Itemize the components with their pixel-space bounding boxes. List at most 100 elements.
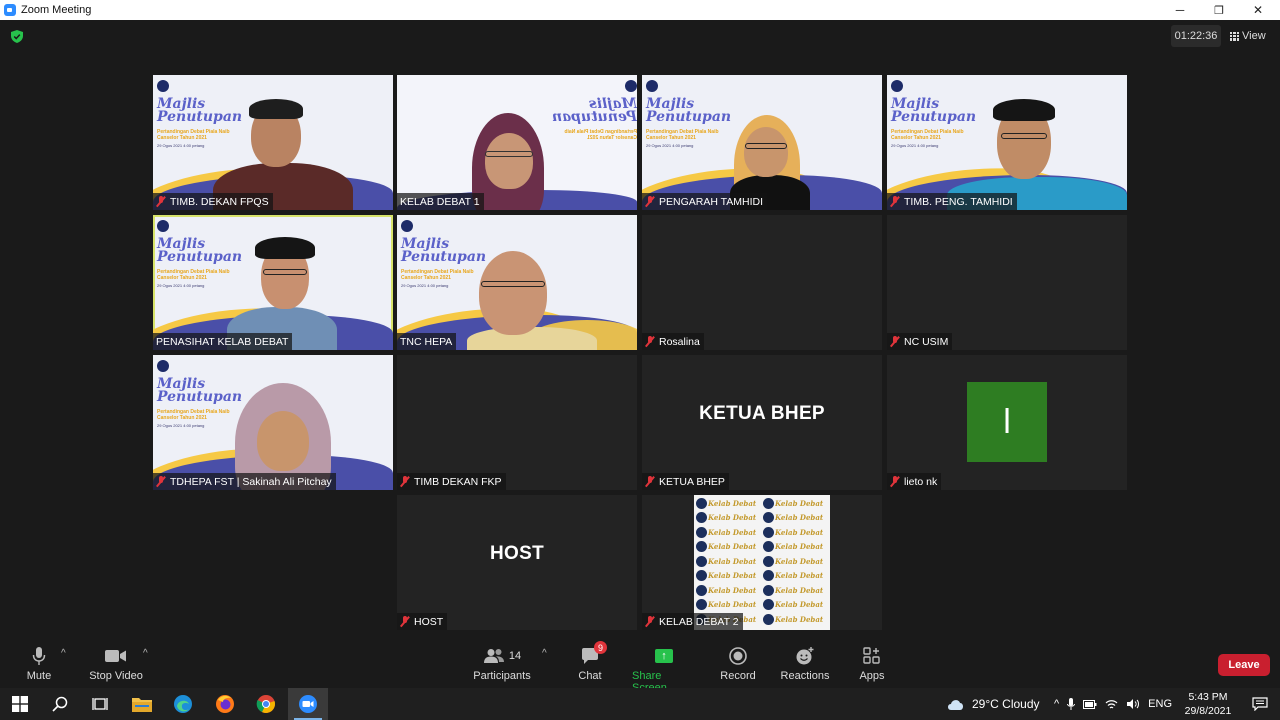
video-tile-nc-usim[interactable]: NC USIM: [887, 215, 1127, 350]
video-tile-timb-dekan-fkp[interactable]: TIMB DEKAN FKP: [397, 355, 637, 490]
participant-name-bar: PENASIHAT KELAB DEBAT: [153, 333, 293, 350]
event-banner: Majlis Penutupan Pertandingan Debat Piala…: [891, 80, 976, 148]
participants-count: 14: [508, 650, 522, 662]
chat-unread-badge: 9: [594, 641, 607, 654]
close-button[interactable]: ✕: [1238, 0, 1278, 20]
usim-logo-icon: [696, 584, 707, 596]
video-tile-tdhepa-fst[interactable]: Majlis Penutupan Pertandingan Debat Piala…: [153, 355, 393, 490]
participant-name-bar: lieto nk: [887, 473, 942, 490]
stop-video-button[interactable]: Stop Video: [88, 646, 144, 682]
weather-widget[interactable]: 29°C Cloudy: [946, 688, 1040, 720]
file-explorer-icon[interactable]: [122, 688, 162, 720]
encryption-shield-icon[interactable]: [11, 30, 23, 43]
pattern-logo-text: Kelab Debat: [708, 600, 757, 610]
usim-logo-icon: [763, 526, 774, 538]
participants-options-chevron-icon[interactable]: ^: [542, 648, 547, 659]
mic-muted-icon: [645, 476, 655, 487]
show-hidden-icons-chevron-icon[interactable]: ^: [1054, 698, 1059, 710]
apps-label: Apps: [859, 670, 885, 682]
participant-name-bar: Rosalina: [642, 333, 704, 350]
volume-icon[interactable]: [1126, 698, 1140, 710]
restore-button[interactable]: ❐: [1199, 0, 1239, 20]
cloud-icon: [948, 700, 963, 710]
video-tile-kelab-debat-2[interactable]: Kelab Debat Kelab Debat Kelab Debat Kelab D…: [642, 495, 882, 630]
audio-options-chevron-icon[interactable]: ^: [61, 648, 66, 659]
view-label: View: [1242, 30, 1266, 42]
reactions-label: Reactions: [780, 670, 830, 682]
chat-button[interactable]: 9 Chat: [574, 641, 607, 682]
video-tile-pengarah-tamhidi[interactable]: Majlis Penutupan Pertandingan Debat Piala…: [642, 75, 882, 210]
reactions-button[interactable]: Reactions: [780, 646, 830, 682]
task-view-icon[interactable]: [80, 688, 120, 720]
edge-browser-icon[interactable]: [163, 688, 203, 720]
usim-logo-icon: [157, 80, 169, 92]
participant-name-bar: NC USIM: [887, 333, 953, 350]
video-tile-tnc-hepa[interactable]: Majlis Penutupan Pertandingan Debat Piala…: [397, 215, 637, 350]
search-icon[interactable]: [40, 688, 80, 720]
mic-muted-icon: [400, 476, 410, 487]
video-tile-timb-peng-tamhidi[interactable]: Majlis Penutupan Pertandingan Debat Piala…: [887, 75, 1127, 210]
wifi-icon[interactable]: [1105, 699, 1118, 710]
mic-muted-icon: [645, 196, 655, 207]
taskbar-clock[interactable]: 5:43 PM 29/8/2021: [1180, 688, 1236, 720]
mic-muted-icon: [156, 476, 166, 487]
pattern-logo-text: Kelab Debat: [775, 556, 824, 566]
usim-logo-icon: [763, 613, 774, 625]
mute-button[interactable]: Mute: [24, 646, 54, 682]
video-tile-host[interactable]: HOST HOST: [397, 495, 637, 630]
clock-date: 29/8/2021: [1184, 705, 1232, 717]
event-banner: Majlis Penutupan Pertandingan Debat Piala…: [157, 80, 242, 148]
usim-logo-icon: [696, 555, 707, 567]
pattern-logo-text: Kelab Debat: [775, 571, 824, 581]
firefox-browser-icon[interactable]: [205, 688, 245, 720]
meeting-controls-bar: Mute ^ Stop Video ^ 14 Participants ^ 9 …: [0, 640, 1280, 694]
pattern-logo: Kelab Debat: [696, 496, 761, 511]
video-tile-rosalina[interactable]: Rosalina: [642, 215, 882, 350]
participant-name-bar: TIMB. DEKAN FPQS: [153, 193, 273, 210]
chat-bubble-icon: 9: [581, 641, 607, 666]
usim-logo-icon: [763, 497, 774, 509]
video-options-chevron-icon[interactable]: ^: [143, 648, 148, 659]
usim-logo-icon: [763, 570, 774, 582]
participant-face: [479, 251, 547, 335]
pattern-logo-text: Kelab Debat: [708, 527, 757, 537]
pattern-logo: Kelab Debat: [763, 569, 828, 584]
chrome-browser-icon[interactable]: [246, 688, 286, 720]
microphone-icon: [32, 646, 46, 666]
windows-start-icon[interactable]: [0, 688, 40, 720]
pattern-logo: Kelab Debat: [763, 598, 828, 613]
participant-name: PENGARAH TAMHIDI: [659, 195, 764, 208]
apps-button[interactable]: Apps: [856, 646, 888, 682]
notification-center-icon[interactable]: [1240, 688, 1280, 720]
pattern-logo-text: Kelab Debat: [775, 600, 824, 610]
usim-logo-icon: [763, 541, 774, 553]
participant-name: TIMB. DEKAN FPQS: [170, 195, 269, 208]
zoom-app-icon: [4, 4, 16, 16]
participants-button[interactable]: 14 Participants: [472, 646, 532, 682]
battery-icon[interactable]: [1083, 699, 1097, 709]
input-language-indicator[interactable]: ENG: [1148, 698, 1172, 710]
record-button[interactable]: Record: [720, 646, 756, 682]
window-titlebar: Zoom Meeting ─ ❐ ✕: [0, 0, 1280, 20]
share-screen-button[interactable]: ↑ Share Screen: [632, 646, 696, 694]
video-tile-ketua-bhep[interactable]: KETUA BHEP KETUA BHEP: [642, 355, 882, 490]
mic-muted-icon: [156, 196, 166, 207]
participant-face: [744, 127, 788, 177]
video-tile-timb-dekan-fpqs[interactable]: Majlis Penutupan Pertandingan Debat Piala…: [153, 75, 393, 210]
participant-avatar: l: [967, 382, 1047, 462]
participant-display-name: KETUA BHEP: [699, 403, 825, 424]
video-tile-lieto-nk[interactable]: l lieto nk: [887, 355, 1127, 490]
pattern-logo: Kelab Debat: [696, 583, 761, 598]
mic-muted-icon: [645, 616, 655, 627]
microphone-tray-icon[interactable]: [1067, 697, 1076, 711]
leave-button[interactable]: Leave: [1218, 654, 1270, 676]
pattern-logo-text: Kelab Debat: [708, 542, 757, 552]
view-button[interactable]: View: [1230, 25, 1272, 47]
video-tile-kelab-debat-1[interactable]: Majlis Penutupan Pertandingan Debat Piala…: [397, 75, 637, 210]
pattern-logo-text: Kelab Debat: [708, 556, 757, 566]
minimize-button[interactable]: ─: [1160, 0, 1200, 20]
participant-name: TIMB. PENG. TAMHIDI: [904, 195, 1013, 208]
video-tile-penasihat-kelab-debat[interactable]: Majlis Penutupan Pertandingan Debat Piala…: [153, 215, 393, 350]
meeting-timer: 01:22:36: [1171, 25, 1221, 47]
zoom-taskbar-icon[interactable]: [288, 688, 328, 720]
